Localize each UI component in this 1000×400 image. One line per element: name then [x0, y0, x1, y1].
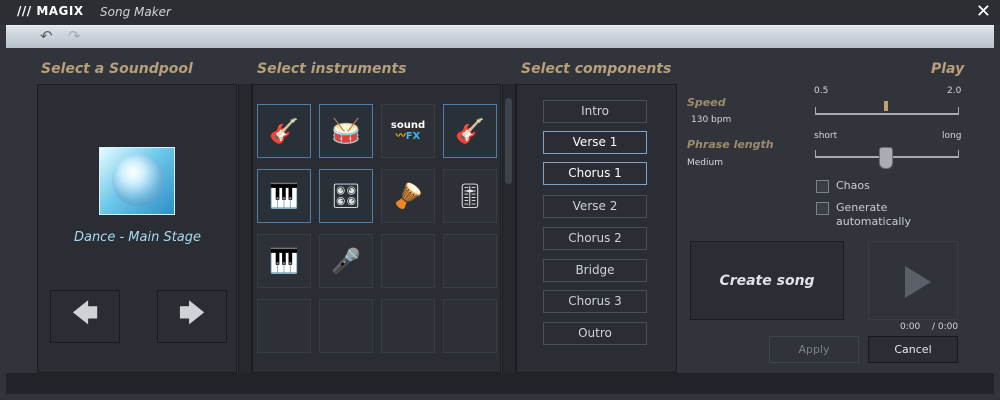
- instrument-organ[interactable]: 🎹: [257, 234, 311, 288]
- vocalist-icon: 🎤: [331, 247, 361, 275]
- instrument-rack-module[interactable]: 🎚: [443, 169, 497, 223]
- keyboard-piano-icon: 🎹: [269, 182, 299, 210]
- arrow-left-icon: 🡄: [71, 298, 99, 329]
- toolbar: ↶ ↷: [6, 25, 994, 48]
- phrase-length-label: Phrase length: [687, 138, 774, 151]
- phrase-length-value: Medium: [687, 158, 723, 168]
- component-verse-1[interactable]: Verse 1: [543, 131, 647, 154]
- electric-guitar-icon: 🎸: [269, 117, 299, 145]
- instruments-header: Select instruments: [257, 61, 407, 77]
- instrument-slot-empty[interactable]: [443, 299, 497, 353]
- phrase-min-label: short: [814, 131, 838, 141]
- generate-automatically-label: Generate automatically: [836, 201, 911, 228]
- phrase-tick-min: [815, 150, 816, 157]
- component-intro[interactable]: Intro: [543, 100, 647, 123]
- soundpool-header: Select a Soundpool: [41, 61, 193, 77]
- play-icon: [905, 266, 931, 298]
- instruments-scroll-thumb[interactable]: [505, 98, 512, 184]
- disco-ball-icon[interactable]: [99, 147, 175, 215]
- synthesizer-icon: 🎛: [330, 182, 362, 210]
- speed-tick-min: [815, 107, 816, 114]
- instrument-keyboard[interactable]: 🎹: [257, 169, 311, 223]
- speed-tick-max: [958, 107, 959, 114]
- create-song-button[interactable]: Create song: [690, 241, 844, 320]
- instrument-electric-guitar[interactable]: 🎸: [257, 104, 311, 158]
- component-outro[interactable]: Outro: [543, 322, 647, 345]
- title-bar: /// MAGIX Song Maker ✕: [0, 0, 1000, 25]
- speed-value: 130 bpm: [691, 115, 732, 125]
- instrument-drum-kit[interactable]: 🥁: [319, 104, 373, 158]
- congas-icon: 🪘: [393, 182, 423, 210]
- component-verse-2[interactable]: Verse 2: [543, 195, 647, 218]
- time-current: 0:00: [900, 322, 921, 332]
- instruments-scrollbar[interactable]: [502, 84, 516, 373]
- instrument-slot-empty[interactable]: [319, 299, 373, 353]
- drum-kit-icon: 🥁: [331, 117, 361, 145]
- instrument-sound-fx[interactable]: sound 〰FX: [381, 104, 435, 158]
- apply-button[interactable]: Apply: [769, 336, 859, 363]
- component-chorus-3[interactable]: Chorus 3: [543, 290, 647, 313]
- chaos-checkbox[interactable]: [816, 180, 829, 193]
- phrase-tick-max: [958, 150, 959, 157]
- status-bar: [6, 373, 994, 394]
- instrument-slot-empty[interactable]: [381, 234, 435, 288]
- rack-module-icon: 🎚: [454, 182, 486, 210]
- play-button[interactable]: [868, 241, 958, 320]
- magix-logo: /// MAGIX: [17, 4, 84, 18]
- phrase-slider-thumb[interactable]: [879, 147, 893, 169]
- speed-max-label: 2.0: [947, 86, 962, 96]
- speed-label: Speed: [687, 96, 726, 109]
- component-bridge[interactable]: Bridge: [543, 259, 647, 282]
- instrument-synthesizer[interactable]: 🎛: [319, 169, 373, 223]
- instrument-vocalist[interactable]: 🎤: [319, 234, 373, 288]
- cancel-button[interactable]: Cancel: [868, 336, 958, 363]
- time-total: / 0:00: [932, 322, 959, 332]
- play-header: Play: [931, 61, 965, 77]
- instrument-congas[interactable]: 🪘: [381, 169, 435, 223]
- phrase-max-label: long: [942, 131, 962, 141]
- soundpool-scrollbar[interactable]: [238, 84, 252, 373]
- undo-icon[interactable]: ↶: [40, 27, 53, 45]
- arrow-right-icon: 🡆: [178, 298, 206, 329]
- instrument-slot-empty[interactable]: [443, 234, 497, 288]
- soundpool-name: Dance - Main Stage: [73, 230, 202, 245]
- instrument-slot-empty[interactable]: [257, 299, 311, 353]
- speed-slider-thumb[interactable]: [884, 101, 888, 111]
- close-icon[interactable]: ✕: [976, 1, 991, 23]
- acoustic-guitar-icon: 🎸: [455, 117, 485, 145]
- sound-fx-icon: sound 〰FX: [390, 120, 426, 142]
- speed-slider-track[interactable]: [815, 113, 959, 115]
- instrument-acoustic-guitar[interactable]: 🎸: [443, 104, 497, 158]
- organ-keyboard-icon: 🎹: [269, 247, 299, 275]
- chaos-label: Chaos: [836, 179, 870, 192]
- components-header: Select components: [521, 61, 672, 77]
- generate-automatically-checkbox[interactable]: [816, 202, 829, 215]
- component-chorus-2[interactable]: Chorus 2: [543, 227, 647, 250]
- next-soundpool-button[interactable]: 🡆: [157, 290, 227, 343]
- component-chorus-1[interactable]: Chorus 1: [543, 162, 647, 185]
- redo-icon[interactable]: ↷: [68, 27, 81, 45]
- instrument-slot-empty[interactable]: [381, 299, 435, 353]
- previous-soundpool-button[interactable]: 🡄: [50, 290, 120, 343]
- speed-min-label: 0.5: [814, 86, 829, 96]
- window-title: Song Maker: [100, 5, 171, 19]
